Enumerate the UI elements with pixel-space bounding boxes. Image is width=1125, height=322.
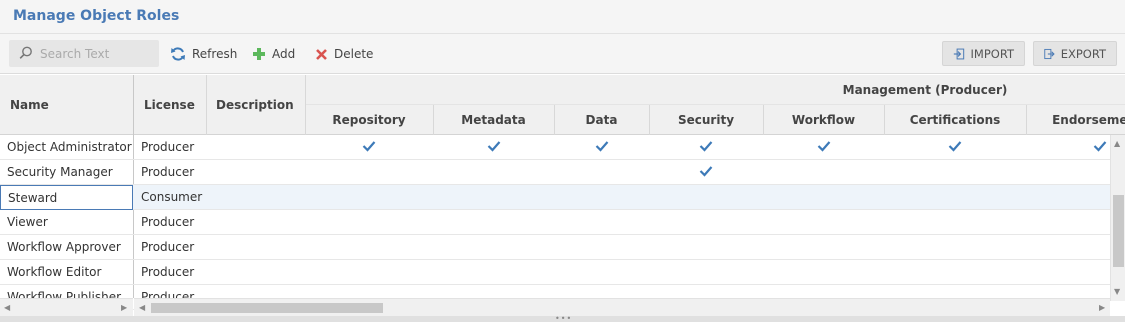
table-row[interactable]: Workflow Editor Producer (0, 260, 1110, 285)
scroll-right-arrow[interactable]: ▶ (121, 303, 127, 313)
export-label: EXPORT (1060, 46, 1106, 61)
import-icon (953, 48, 965, 59)
cell-license[interactable]: Producer (134, 135, 206, 159)
cell-name[interactable]: Security Manager (0, 160, 133, 184)
checkmark-icon[interactable] (595, 140, 609, 152)
header-description[interactable]: Description (216, 75, 294, 135)
vertical-scroll-thumb[interactable] (1113, 195, 1124, 267)
resize-bar[interactable]: ••• (0, 315, 1125, 322)
horizontal-scroll-thumb[interactable] (151, 303, 383, 313)
cell-license[interactable]: Producer (134, 235, 206, 259)
cell-name[interactable]: Workflow Editor (0, 260, 133, 284)
delete-label: Delete (334, 47, 374, 61)
scroll-right-arrow[interactable]: ▶ (1099, 303, 1105, 313)
refresh-icon (171, 47, 185, 61)
export-icon (1044, 48, 1055, 59)
add-button[interactable]: Add (252, 43, 295, 65)
vertical-scrollbar[interactable]: ▲ ▼ (1110, 135, 1125, 301)
checkmark-icon[interactable] (487, 140, 501, 152)
header-security[interactable]: Security (649, 105, 763, 135)
delete-x-icon (316, 48, 327, 60)
cell-description[interactable] (206, 185, 305, 209)
checkmark-icon[interactable] (699, 140, 713, 152)
cell-license[interactable]: Consumer (134, 185, 206, 209)
add-label: Add (272, 47, 296, 61)
scroll-left-arrow[interactable]: ◀ (4, 303, 10, 313)
cell-license[interactable]: Producer (134, 210, 206, 234)
table-row[interactable]: Security Manager Producer (0, 160, 1110, 185)
header-repository[interactable]: Repository (305, 105, 433, 135)
search-icon (19, 46, 32, 59)
cell-name[interactable]: Steward (0, 185, 133, 210)
checkmark-icon[interactable] (817, 140, 831, 152)
cell-name[interactable]: Viewer (0, 210, 133, 234)
header-certifications[interactable]: Certifications (884, 105, 1026, 135)
checkmark-icon[interactable] (1093, 140, 1107, 152)
header-group-management: Management (Producer) (842, 83, 1008, 97)
table-row[interactable]: Object Administrator Producer (0, 135, 1110, 160)
checkmark-icon[interactable] (362, 140, 376, 152)
header-metadata[interactable]: Metadata (433, 105, 554, 135)
table-row[interactable]: Steward Consumer (0, 185, 1110, 210)
scroll-up-arrow[interactable]: ▲ (1114, 139, 1120, 149)
frozen-horizontal-scrollbar[interactable]: ◀ ▶ (0, 298, 133, 316)
title-bar: Manage Object Roles (0, 0, 1125, 34)
page-title: Manage Object Roles (13, 8, 180, 24)
search-box[interactable] (9, 40, 159, 67)
cell-license[interactable]: Producer (134, 260, 206, 284)
import-button[interactable]: IMPORT (942, 41, 1025, 66)
cell-description[interactable] (206, 210, 305, 234)
import-label: IMPORT (970, 46, 1014, 61)
header-data[interactable]: Data (554, 105, 649, 135)
refresh-label: Refresh (192, 47, 238, 61)
cell-license[interactable]: Producer (134, 160, 206, 184)
cell-description[interactable] (206, 260, 305, 284)
header-workflow[interactable]: Workflow (763, 105, 884, 135)
roles-grid: Name License Description Management (Pro… (0, 75, 1125, 316)
cell-description[interactable] (206, 160, 305, 184)
checkmark-icon[interactable] (699, 165, 713, 177)
table-row[interactable]: Workflow Approver Producer (0, 235, 1110, 260)
refresh-button[interactable]: Refresh (170, 43, 237, 65)
header-license[interactable]: License (144, 75, 195, 135)
grid-header: Name License Description Management (Pro… (0, 75, 1125, 135)
cell-name[interactable]: Object Administrator (0, 135, 133, 159)
plus-icon (253, 48, 265, 60)
cell-description[interactable] (206, 135, 305, 159)
search-input[interactable] (40, 40, 155, 67)
resize-grip-icon[interactable]: ••• (555, 315, 572, 322)
checkmark-icon[interactable] (948, 140, 962, 152)
scroll-down-arrow[interactable]: ▼ (1114, 287, 1120, 297)
delete-button[interactable]: Delete (315, 43, 373, 65)
cell-description[interactable] (206, 235, 305, 259)
header-endorsements[interactable]: Endorsements (1026, 105, 1125, 135)
horizontal-scrollbar[interactable]: ◀ ▶ (134, 298, 1110, 316)
scroll-left-arrow[interactable]: ◀ (139, 303, 145, 313)
cell-name[interactable]: Workflow Approver (0, 235, 133, 259)
table-row[interactable]: Viewer Producer (0, 210, 1110, 235)
export-button[interactable]: EXPORT (1033, 41, 1117, 66)
toolbar: Refresh Add Delete IMPORT EXPORT (0, 34, 1125, 74)
header-name[interactable]: Name (10, 75, 49, 135)
